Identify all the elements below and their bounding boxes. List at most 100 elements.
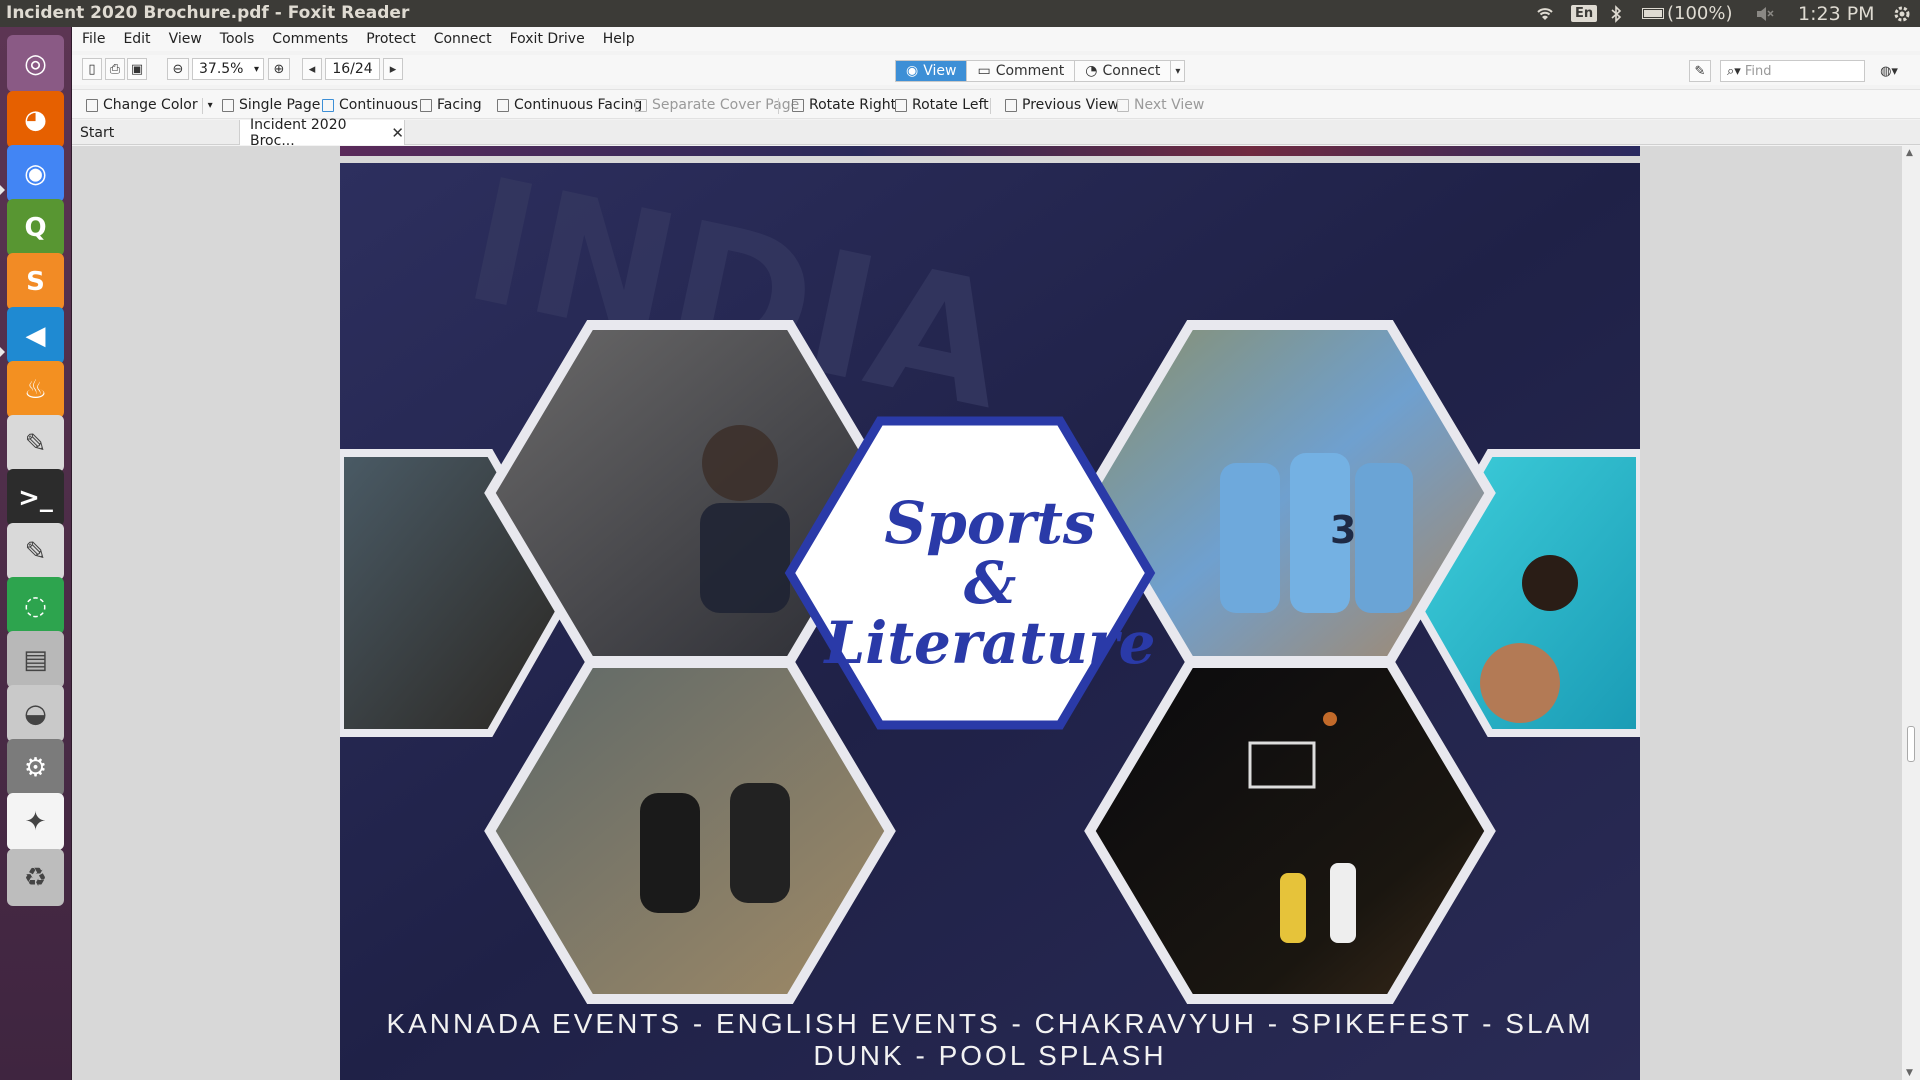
menu-comments[interactable]: Comments — [272, 31, 348, 47]
text-editor-icon[interactable]: ✎ — [7, 415, 64, 472]
zoom-level-select[interactable]: 37.5% ▾ — [192, 58, 264, 80]
facing-button[interactable]: Facing — [420, 97, 482, 113]
menu-help[interactable]: Help — [603, 31, 635, 47]
save-icon[interactable]: ▣ — [127, 58, 147, 80]
separate-cover-page-button[interactable]: Separate Cover Page — [635, 97, 799, 113]
rotate-right-label: Rotate Right — [809, 97, 897, 113]
file-cabinet-icon[interactable]: ▤ — [7, 631, 64, 688]
menu-file[interactable]: File — [82, 31, 105, 47]
change-color-button[interactable]: Change Color ▾ — [86, 97, 213, 113]
menu-edit[interactable]: Edit — [123, 31, 150, 47]
continuous-facing-label: Continuous Facing — [514, 97, 643, 113]
rotate-left-label: Rotate Left — [912, 97, 989, 113]
rotate-right-icon — [792, 98, 804, 112]
continuous-button[interactable]: Continuous — [322, 97, 418, 113]
sublime-text-icon[interactable]: S — [7, 253, 64, 310]
highlight-pen-icon[interactable]: ✎ — [1689, 60, 1711, 82]
qgis-icon[interactable]: Q — [7, 199, 64, 256]
document-tabs: Start Incident 2020 Broc... ✕ — [72, 117, 1920, 149]
tab-connect-label: Connect — [1102, 63, 1161, 79]
menu-foxit-drive[interactable]: Foxit Drive — [510, 31, 585, 47]
mode-dropdown[interactable]: ▾ — [1171, 61, 1184, 81]
menu-tools[interactable]: Tools — [220, 31, 255, 47]
firefox-icon[interactable]: ◕ — [7, 91, 64, 148]
volume-muted-icon[interactable] — [1755, 0, 1775, 27]
tab-connect[interactable]: ◔ Connect — [1075, 61, 1172, 81]
rotate-left-icon — [895, 98, 907, 112]
trash-glyph: ♻ — [23, 862, 48, 893]
hex-title-line2: & — [964, 549, 1016, 617]
wifi-icon[interactable] — [1535, 0, 1555, 27]
divider — [202, 98, 203, 114]
keyboard-layout-indicator[interactable]: En — [1571, 0, 1598, 27]
previous-view-icon — [1005, 98, 1017, 112]
tab-document[interactable]: Incident 2020 Broc... ✕ — [240, 117, 405, 149]
scroll-up-icon[interactable]: ▲ — [1906, 148, 1913, 158]
tab-document-label: Incident 2020 Broc... — [250, 116, 347, 149]
close-icon[interactable]: ✕ — [391, 124, 404, 142]
foxit-pdf-icon[interactable]: ♨ — [7, 361, 64, 418]
chevron-down-icon: ▾ — [253, 63, 259, 75]
trash-icon[interactable]: ♻ — [7, 849, 64, 906]
single-page-button[interactable]: Single Page — [222, 97, 320, 113]
rotate-left-button[interactable]: Rotate Left — [895, 97, 989, 113]
zoom-value: 37.5% — [199, 61, 244, 77]
single-page-label: Single Page — [239, 97, 321, 113]
next-view-label: Next View — [1134, 97, 1205, 113]
sublime-text-glyph: S — [26, 266, 45, 297]
battery-icon — [1642, 8, 1664, 19]
page-number-input[interactable]: 16/24 — [325, 58, 380, 80]
launcher-sidebar: ◎ ◕ ◉ Q S ◀ ♨ ✎ >_ ✎ ◌ ▤ ◒ ⚙ ✦ ♻ — [0, 27, 72, 1080]
disk-drive-icon[interactable]: ◒ — [7, 685, 64, 742]
update-ring-icon[interactable]: ◌ — [7, 577, 64, 634]
vertical-scrollbar[interactable]: ▲ ▼ — [1902, 146, 1920, 1080]
menu-protect[interactable]: Protect — [366, 31, 416, 47]
previous-page-icon[interactable]: ◂ — [302, 58, 322, 80]
find-input[interactable]: ⌕▾ Find — [1720, 60, 1865, 82]
clock[interactable]: 1:23 PM — [1798, 0, 1875, 27]
bluetooth-icon[interactable] — [1610, 0, 1622, 27]
change-color-icon — [86, 98, 98, 112]
foxit-reader-window: File Edit View Tools Comments Protect Connect F… — [72, 27, 1920, 1080]
scroll-down-icon[interactable]: ▼ — [1906, 1068, 1913, 1078]
continuous-icon — [322, 98, 334, 112]
firefox-glyph: ◕ — [24, 104, 47, 135]
previous-view-label: Previous View — [1022, 97, 1119, 113]
system-settings-icon[interactable]: ⚙ — [7, 739, 64, 796]
vscode-icon[interactable]: ◀ — [7, 307, 64, 364]
app-logo-icon[interactable]: ✦ — [7, 793, 64, 850]
previous-view-button[interactable]: Previous View — [1005, 97, 1119, 113]
tab-comment-label: Comment — [995, 63, 1065, 79]
rotate-right-button[interactable]: Rotate Right — [792, 97, 896, 113]
find-placeholder: Find — [1744, 63, 1772, 79]
facing-label: Facing — [437, 97, 482, 113]
menu-view[interactable]: View — [169, 31, 202, 47]
zoom-out-icon[interactable]: ⊖ — [167, 58, 189, 80]
help-settings-icon[interactable]: ◍▾ — [1872, 60, 1906, 82]
next-page-icon[interactable]: ▸ — [383, 58, 403, 80]
sidebar-toggle-icon[interactable]: ▯ — [82, 58, 102, 80]
text-editor-icon-2[interactable]: ✎ — [7, 523, 64, 580]
tab-view[interactable]: ◉ View — [896, 61, 968, 81]
tab-comment[interactable]: ▭ Comment — [967, 61, 1076, 81]
document-viewport[interactable]: INDIA 3 Sports & Literature KANNADA EVEN… — [72, 146, 1902, 1080]
connect-icon: ◔ — [1085, 63, 1098, 79]
ubuntu-dash-icon[interactable]: ◎ — [7, 35, 64, 92]
terminal-icon[interactable]: >_ — [7, 469, 64, 526]
chrome-icon[interactable]: ◉ — [7, 145, 64, 202]
tab-start[interactable]: Start — [72, 120, 240, 145]
continuous-facing-button[interactable]: Continuous Facing — [497, 97, 642, 113]
next-view-button[interactable]: Next View — [1117, 97, 1204, 113]
settings-gear-icon[interactable] — [1892, 0, 1912, 27]
top-panel: Incident 2020 Brochure.pdf - Foxit Reade… — [0, 0, 1920, 27]
change-color-label: Change Color — [103, 97, 198, 113]
disk-drive-glyph: ◒ — [24, 698, 47, 729]
running-indicator — [0, 347, 5, 357]
menu-connect[interactable]: Connect — [434, 31, 492, 47]
zoom-in-icon[interactable]: ⊕ — [268, 58, 290, 80]
print-icon[interactable]: ⎙ — [105, 58, 125, 80]
tab-start-label: Start — [80, 124, 115, 141]
scroll-thumb[interactable] — [1907, 726, 1915, 762]
battery-indicator[interactable]: (100%) — [1642, 0, 1733, 27]
chevron-down-icon: ▾ — [1175, 65, 1181, 77]
